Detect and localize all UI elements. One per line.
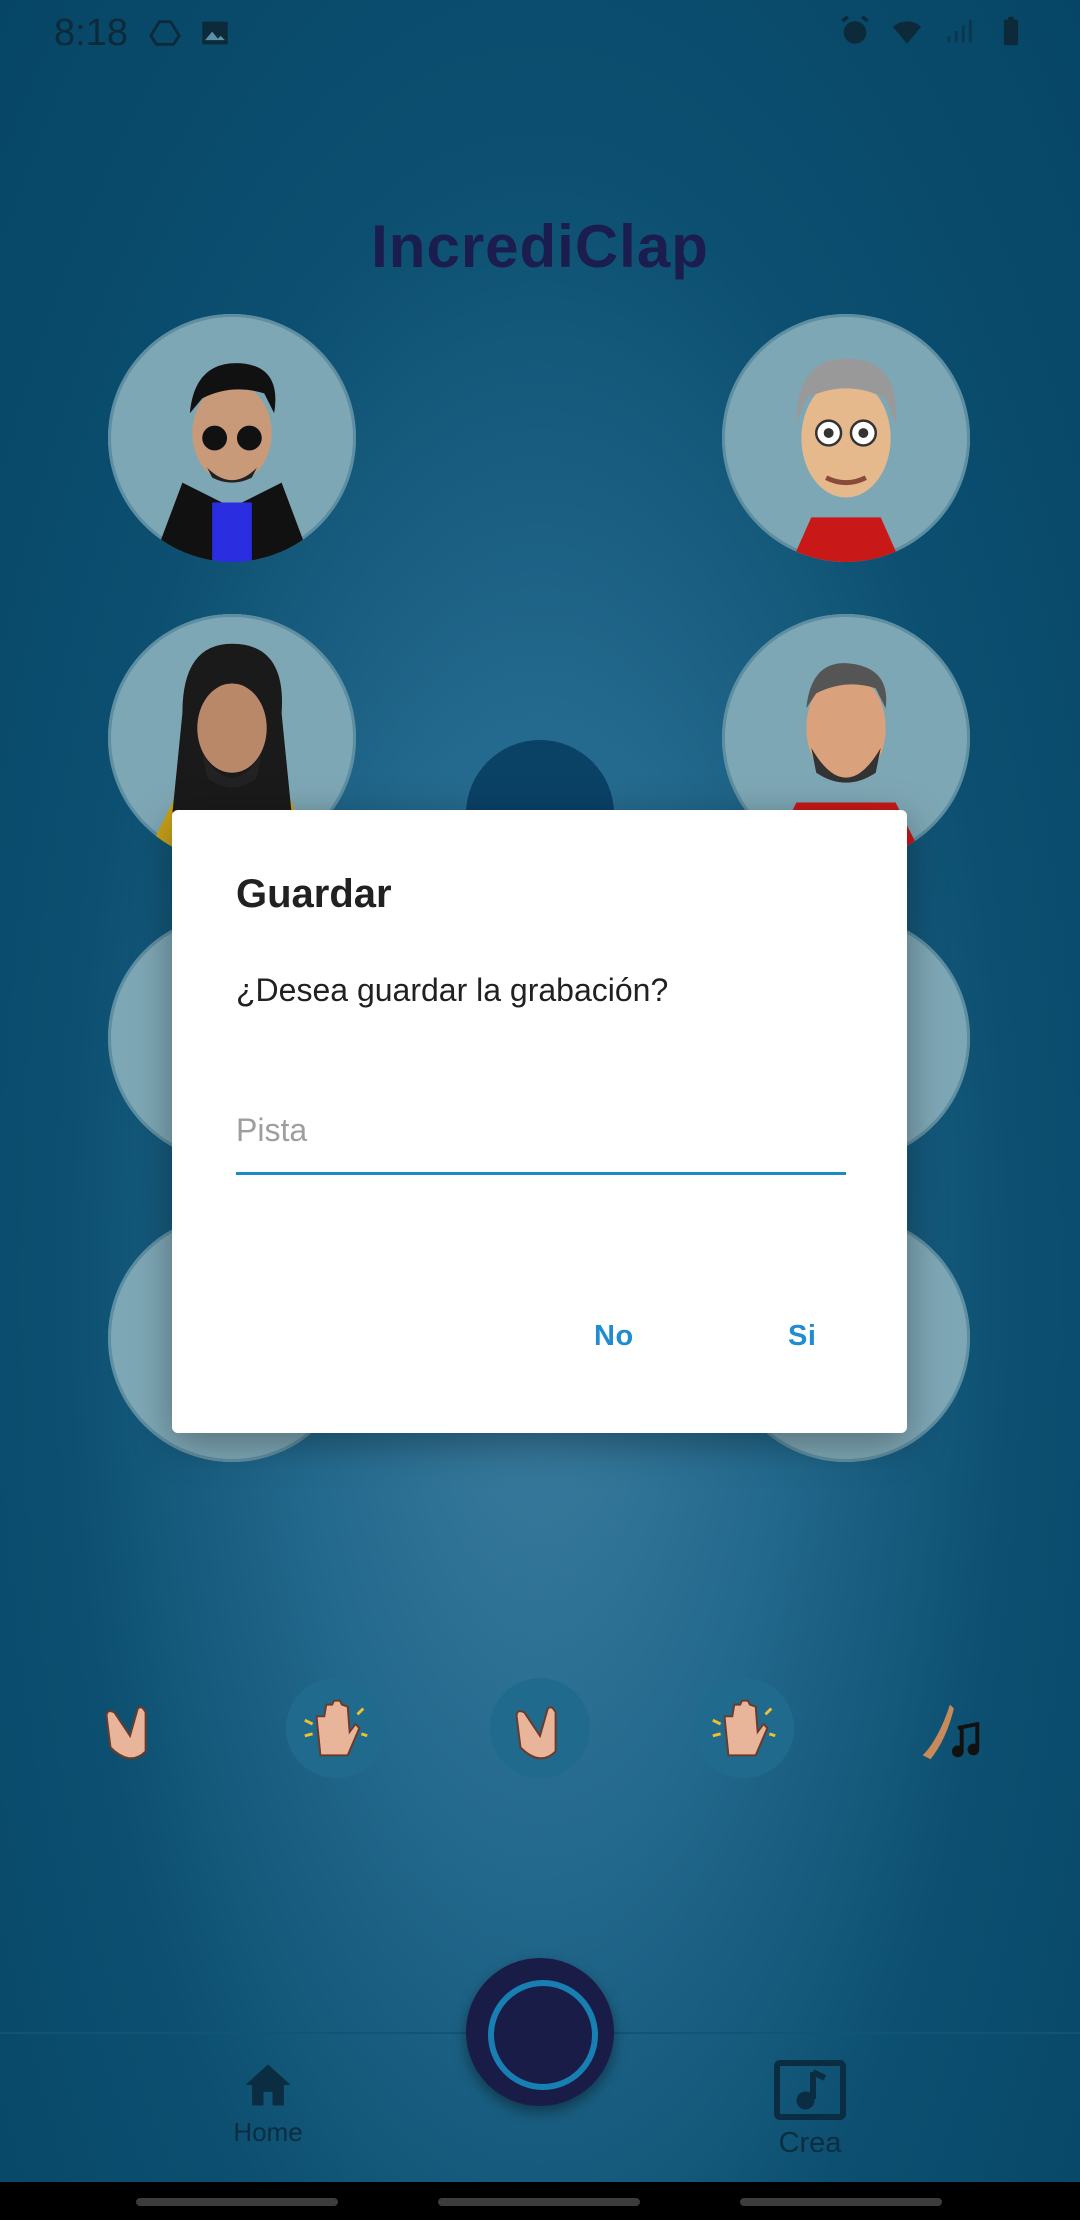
- dialog-message: ¿Desea guardar la grabación?: [236, 972, 669, 1008]
- track-name-field: [236, 1100, 846, 1175]
- recents-handle[interactable]: [136, 2198, 338, 2206]
- save-dialog: Guardar ¿Desea guardar la grabación? No …: [172, 810, 907, 1433]
- home-handle[interactable]: [438, 2198, 640, 2206]
- no-button[interactable]: No: [594, 1320, 634, 1353]
- track-name-input[interactable]: [236, 1100, 846, 1160]
- back-handle[interactable]: [740, 2198, 942, 2206]
- yes-button[interactable]: Si: [788, 1320, 816, 1353]
- system-nav-bar: [0, 2182, 1080, 2220]
- dialog-title: Guardar: [236, 872, 392, 916]
